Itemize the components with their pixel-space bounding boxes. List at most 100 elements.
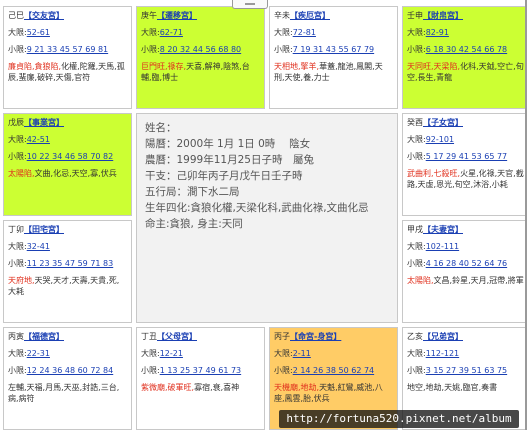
da-label: 大限: [8, 135, 27, 144]
palace-title-link[interactable]: 【父母宮】 [157, 332, 197, 341]
collapse-tab[interactable] [232, 0, 268, 9]
xiao-link[interactable]: 4 16 28 40 52 64 76 [426, 259, 507, 268]
name-line: 姓名： [145, 122, 177, 134]
da-label: 大限: [407, 28, 426, 37]
da-label: 大限: [141, 28, 160, 37]
palace-stem-branch: 己巳 [8, 11, 24, 20]
palace-title-link[interactable]: 【疾厄宮】 [290, 11, 330, 20]
stars: 紫微廟,破軍旺,寡宿,衰,喜神 [141, 382, 260, 393]
stars: 廉貞陷,貪狼陷,化權,陀羅,天馬,孤辰,蜚廉,破碎,天傷,官符 [8, 61, 127, 83]
palace-title-link[interactable]: 【交友宮】 [24, 11, 64, 20]
album-watermark: http://fortuna520.pixnet.net/album [279, 410, 519, 428]
xiao-link[interactable]: 2 14 26 38 50 62 74 [293, 366, 374, 375]
palace-stem-branch: 丁丑 [141, 332, 157, 341]
da-label: 大限: [407, 242, 426, 251]
xiao-link[interactable]: 1 13 25 37 49 61 73 [160, 366, 241, 375]
main-stars: 天同旺,天梁陷, [407, 62, 461, 71]
palace-title-link[interactable]: 【命宮-身宮】 [290, 332, 341, 341]
xiao-link[interactable]: 10 22 34 46 58 70 82 [27, 152, 114, 161]
main-stars: 天府地, [8, 276, 35, 285]
palace-dingmao: 丁卯【田宅宮】 大限:32-41 小限:11 23 35 47 59 71 83… [3, 220, 132, 323]
palace-xinwei: 辛未【疾厄宮】 大限:72-81 小限:7 19 31 43 55 67 79 … [269, 6, 398, 109]
chart-center-info: 姓名： 陽曆：2000年 1月 1日 0時 陰女 農曆：1999年11月25日子… [136, 113, 398, 323]
da-link[interactable]: 42-51 [27, 135, 50, 144]
stars: 武曲利,七殺旺,火星,化祿,天官,截路,天虛,恩光,旬空,沐浴,小耗 [407, 168, 526, 190]
main-stars: 紫微廟,破軍旺, [141, 383, 195, 392]
xiao-link[interactable]: 7 19 31 43 55 67 79 [293, 45, 374, 54]
palace-bingyin: 丙寅【福德宮】 大限:22-31 小限:12 24 36 48 60 72 84… [3, 327, 132, 430]
minor-stars: 左輔,天福,月馬,天巫,封誥,三台,病,病符 [8, 383, 120, 403]
main-stars: 廉貞陷,貪狼陷, [8, 62, 62, 71]
palace-stem-branch: 戊辰 [8, 118, 24, 127]
xiao-label: 小限: [8, 366, 27, 375]
da-label: 大限: [274, 28, 293, 37]
da-label: 大限: [8, 28, 27, 37]
da-label: 大限: [274, 349, 293, 358]
da-label: 大限: [407, 135, 426, 144]
main-stars: 天機廟,地劫, [274, 383, 320, 392]
palace-stem-branch: 癸酉 [407, 118, 423, 127]
stars: 天府地,天哭,天才,天壽,天貴,死,大耗 [8, 275, 127, 297]
xiao-link[interactable]: 8 20 32 44 56 68 80 [160, 45, 241, 54]
palace-stem-branch: 辛未 [274, 11, 290, 20]
palace-stem-branch: 乙亥 [407, 332, 423, 341]
palace-stem-branch: 庚午 [141, 11, 157, 20]
palace-title-link[interactable]: 【兄弟宮】 [423, 332, 463, 341]
da-link[interactable]: 112-121 [426, 349, 459, 358]
main-stars: 巨門旺,祿存, [141, 62, 187, 71]
da-label: 大限: [8, 242, 27, 251]
palace-stem-branch: 丙子 [274, 332, 290, 341]
stars: 太陽陷,文昌,鈴星,天月,冠帶,將軍 [407, 275, 526, 286]
palace-title-link[interactable]: 【田宅宮】 [24, 225, 64, 234]
wuxing-line: 五行局：澗下水二局 [145, 186, 240, 198]
main-stars: 武曲利,七殺旺, [407, 169, 461, 178]
minor-stars: 文昌,鈴星,天月,冠帶,將軍 [433, 276, 524, 285]
da-link[interactable]: 72-81 [293, 28, 316, 37]
xiao-link[interactable]: 5 17 29 41 53 65 77 [426, 152, 507, 161]
xiao-link[interactable]: 3 15 27 39 51 63 75 [426, 366, 507, 375]
palace-siyi: 己巳【交友宮】 大限:52-61 小限:9 21 33 45 57 69 81 … [3, 6, 132, 109]
xiao-link[interactable]: 12 24 36 48 60 72 84 [27, 366, 114, 375]
palace-title-link[interactable]: 【夫妻宮】 [423, 225, 463, 234]
palace-dingchou: 丁丑【父母宮】 大限:12-21 小限:1 13 25 37 49 61 73 … [136, 327, 265, 430]
stars: 天同旺,天梁陷,化科,天鉞,空亡,旬空,長生,青龍 [407, 61, 526, 83]
xiao-link[interactable]: 11 23 35 47 59 71 83 [27, 259, 114, 268]
minor-stars: 文曲,化忌,天空,寡,伏兵 [34, 169, 117, 178]
xiao-label: 小限: [8, 45, 27, 54]
xiao-link[interactable]: 9 21 33 45 57 69 81 [27, 45, 108, 54]
xiao-label: 小限: [8, 259, 27, 268]
da-link[interactable]: 82-91 [426, 28, 449, 37]
palace-title-link[interactable]: 【財帛宮】 [423, 11, 463, 20]
lunar-date-line: 農曆：1999年11月25日子時 屬兔 [145, 154, 314, 166]
xiao-label: 小限: [274, 366, 293, 375]
palace-title-link[interactable]: 【子女宮】 [423, 118, 463, 127]
xiao-link[interactable]: 6 18 30 42 54 66 78 [426, 45, 507, 54]
da-link[interactable]: 12-21 [160, 349, 183, 358]
palace-stem-branch: 甲戌 [407, 225, 423, 234]
xiao-label: 小限: [141, 366, 160, 375]
da-link[interactable]: 22-31 [27, 349, 50, 358]
ziwei-chart: 己巳【交友宮】 大限:52-61 小限:9 21 33 45 57 69 81 … [1, 0, 527, 430]
da-label: 大限: [141, 349, 160, 358]
palace-stem-branch: 丙寅 [8, 332, 24, 341]
xiao-label: 小限: [407, 366, 426, 375]
palace-title-link[interactable]: 【遷移宮】 [157, 11, 197, 20]
da-link[interactable]: 102-111 [426, 242, 459, 251]
da-link[interactable]: 92-101 [426, 135, 454, 144]
xiao-label: 小限: [141, 45, 160, 54]
palace-title-link[interactable]: 【福德宮】 [24, 332, 64, 341]
xiao-label: 小限: [407, 259, 426, 268]
da-link[interactable]: 52-61 [27, 28, 50, 37]
da-link[interactable]: 62-71 [160, 28, 183, 37]
da-link[interactable]: 2-11 [293, 349, 311, 358]
xiao-label: 小限: [407, 45, 426, 54]
da-link[interactable]: 32-41 [27, 242, 50, 251]
sihua-line: 生年四化:貪狼化權,天梁化科,武曲化祿,文曲化忌 [145, 202, 369, 214]
palace-renshen: 壬申【財帛宮】 大限:82-91 小限:6 18 30 42 54 66 78 … [402, 6, 527, 109]
palace-title-link[interactable]: 【事業宮】 [24, 118, 64, 127]
main-stars: 天相地,擎羊, [274, 62, 320, 71]
main-stars: 太陽陷, [8, 169, 35, 178]
grip-icon [245, 3, 255, 5]
xiao-label: 小限: [274, 45, 293, 54]
stars: 巨門旺,祿存,天喜,解神,陰煞,台輔,臨,博士 [141, 61, 260, 83]
